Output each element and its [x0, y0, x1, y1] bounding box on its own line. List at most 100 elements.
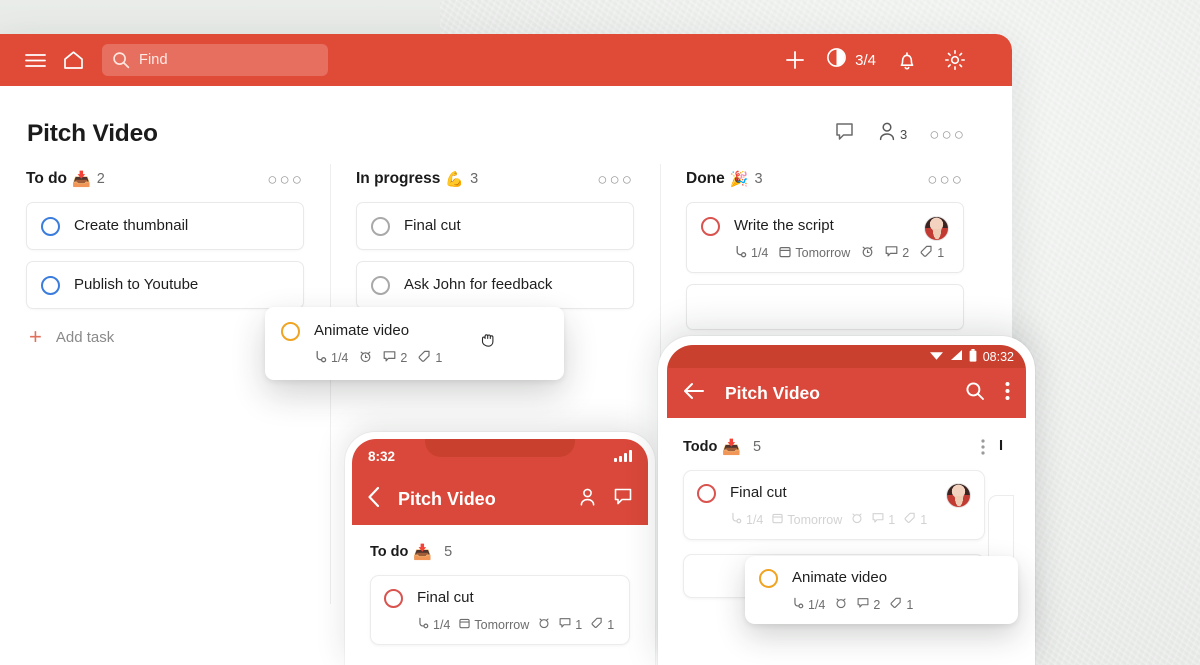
- comment-icon[interactable]: [613, 487, 633, 512]
- column-more-icon[interactable]: ○○○: [267, 171, 304, 188]
- subtask-link-icon: [730, 512, 742, 527]
- column-header-done: Done 🎉 3 ○○○: [686, 170, 964, 202]
- task-meta: 1/4 2 1: [792, 597, 1004, 612]
- task-card[interactable]: Publish to Youtube: [26, 261, 304, 309]
- android-status-time: 08:32: [982, 349, 1014, 364]
- due-date-meta: Tomorrow: [459, 618, 529, 632]
- avatar[interactable]: [924, 216, 949, 241]
- members-count: 3: [899, 126, 908, 142]
- android-section-title: Todo: [683, 439, 718, 455]
- alarm-icon: [861, 245, 874, 261]
- members-indicator[interactable]: 3: [877, 121, 907, 147]
- column-header-in-progress: In progress 💪 3 ○○○: [356, 170, 634, 202]
- task-card[interactable]: Ask John for feedback: [356, 261, 634, 309]
- search-icon[interactable]: [965, 381, 985, 406]
- bell-icon[interactable]: [890, 43, 924, 77]
- task-title: Animate video: [314, 322, 410, 339]
- subtask-meta: 1/4: [734, 245, 768, 261]
- status-circle-icon[interactable]: [701, 217, 720, 236]
- subtask-meta: 1/4: [314, 350, 348, 366]
- plus-icon[interactable]: [778, 43, 812, 77]
- status-circle-icon[interactable]: [41, 217, 60, 236]
- status-circle-icon[interactable]: [371, 217, 390, 236]
- subtask-link-icon: [417, 617, 429, 632]
- progress-label: 3/4: [855, 51, 876, 69]
- avatar[interactable]: [946, 483, 971, 508]
- task-card[interactable]: Write the script 1/4 Tomorrow 2 1: [686, 202, 964, 273]
- comment-count: 2: [902, 246, 910, 260]
- home-icon[interactable]: [56, 43, 90, 77]
- status-circle-icon[interactable]: [384, 589, 403, 608]
- comment-icon[interactable]: [834, 121, 855, 147]
- inbox-tray-emoji-icon: 📥: [722, 439, 742, 456]
- alarm-icon: [835, 597, 847, 612]
- add-task-button[interactable]: + Add task: [26, 320, 304, 348]
- task-title: Create thumbnail: [74, 217, 189, 234]
- column-title: To do: [26, 170, 68, 187]
- task-card[interactable]: Final cut 1/4 Tomorrow 1 1: [370, 575, 630, 645]
- status-circle-icon[interactable]: [697, 484, 716, 503]
- ios-page-title: Pitch Video: [398, 488, 496, 509]
- tag-count: 1: [937, 246, 945, 260]
- inbox-tray-emoji-icon: 📥: [413, 544, 433, 561]
- android-actions: [965, 381, 1010, 406]
- column-count: 2: [96, 171, 105, 187]
- tag-icon: [591, 617, 603, 632]
- gear-icon[interactable]: [938, 43, 972, 77]
- comment-meta: 2: [383, 350, 407, 366]
- comment-icon: [872, 512, 884, 527]
- status-circle-icon[interactable]: [41, 276, 60, 295]
- task-title: Final cut: [417, 589, 474, 606]
- vertical-dots-icon[interactable]: [1005, 381, 1010, 406]
- board-header-actions: 3 ○○○: [834, 121, 990, 147]
- plus-icon: +: [29, 324, 42, 349]
- arrow-left-icon[interactable]: [683, 382, 705, 405]
- calendar-icon: [459, 618, 471, 632]
- comment-icon: [857, 597, 869, 612]
- alarm-icon: [359, 350, 372, 366]
- subtask-count: 1/4: [331, 351, 349, 365]
- task-card[interactable]: [686, 284, 964, 330]
- signal-bars-icon: [614, 450, 632, 462]
- task-card[interactable]: Final cut 1/4 Tomorrow 1 1: [683, 470, 985, 540]
- task-meta: 1/4 2 1: [314, 350, 548, 366]
- tag-meta: 1: [591, 617, 614, 632]
- subtask-count: 1/4: [808, 597, 826, 612]
- alarm-meta: [861, 245, 874, 261]
- comment-icon: [559, 617, 571, 632]
- board-more-icon[interactable]: ○○○: [929, 126, 966, 143]
- app-topbar: Find 3/4: [0, 34, 1012, 86]
- status-circle-icon[interactable]: [371, 276, 390, 295]
- alarm-icon: [851, 512, 863, 527]
- dragged-task-card[interactable]: Animate video 1/4 2 1: [265, 307, 564, 380]
- person-icon[interactable]: [578, 487, 597, 512]
- progress-indicator[interactable]: 3/4: [826, 47, 876, 73]
- chevron-left-icon[interactable]: [367, 486, 380, 513]
- column-more-icon[interactable]: ○○○: [597, 171, 634, 188]
- ios-section-title: To do: [370, 544, 409, 560]
- android-dragged-task-card[interactable]: Animate video 1/4 2 1: [745, 556, 1018, 624]
- task-title: Write the script: [734, 217, 834, 234]
- task-title: Ask John for feedback: [404, 276, 553, 293]
- status-circle-icon[interactable]: [759, 569, 778, 588]
- search-input[interactable]: Find: [102, 44, 328, 76]
- task-card[interactable]: Final cut: [356, 202, 634, 250]
- comment-icon: [383, 350, 396, 366]
- tag-meta: 1: [920, 245, 944, 261]
- vertical-dots-icon[interactable]: [981, 439, 985, 455]
- column-more-icon[interactable]: ○○○: [927, 171, 964, 188]
- comment-meta: 1: [872, 512, 895, 527]
- comment-meta: 2: [857, 597, 880, 612]
- tag-icon: [904, 512, 916, 527]
- due-date-meta: Tomorrow: [779, 246, 850, 261]
- flexed-biceps-emoji-icon: 💪: [445, 171, 465, 188]
- topbar-actions: 3/4: [778, 43, 994, 77]
- pie-progress-icon: [826, 47, 847, 73]
- due-date-label: Tomorrow: [787, 512, 843, 527]
- task-meta: 1/4 Tomorrow: [734, 245, 944, 261]
- task-card[interactable]: Create thumbnail: [26, 202, 304, 250]
- hamburger-icon[interactable]: [18, 43, 52, 77]
- ios-task-list: To do 📥 5 Final cut 1/4 Tomorrow 1 1: [352, 525, 648, 645]
- status-circle-icon[interactable]: [281, 322, 300, 341]
- subtask-link-icon: [792, 597, 804, 612]
